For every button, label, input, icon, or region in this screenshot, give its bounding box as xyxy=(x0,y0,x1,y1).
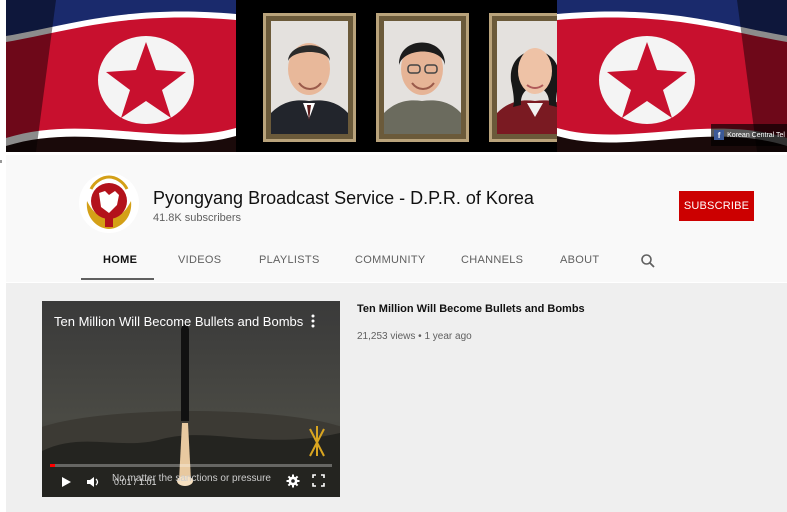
channel-name: Pyongyang Broadcast Service - D.P.R. of … xyxy=(153,188,534,208)
tab-home[interactable]: HOME xyxy=(103,254,137,266)
upload-age: 1 year ago xyxy=(424,331,472,342)
subscriber-count: 41.8K subscribers xyxy=(153,212,242,224)
subscribe-button[interactable]: SUBSCRIBE xyxy=(679,191,754,221)
video-timecode: 0:01 / 1:01 xyxy=(114,477,157,487)
page-edge-mark xyxy=(0,160,2,163)
portrait-frame-2 xyxy=(376,13,469,142)
home-content: Ten Million Will Become Bullets and Bomb… xyxy=(6,283,787,512)
video-frame xyxy=(42,301,340,497)
settings-icon[interactable] xyxy=(286,474,300,493)
channel-banner: f Korean Central Tel xyxy=(6,0,787,152)
active-tab-indicator xyxy=(81,278,154,280)
banner-watermark: f Korean Central Tel xyxy=(711,124,787,146)
featured-video-meta: 21,253 views • 1 year ago xyxy=(357,331,472,342)
tab-community[interactable]: COMMUNITY xyxy=(355,254,426,266)
progress-bar[interactable] xyxy=(50,464,332,467)
flag-image-left xyxy=(6,0,236,152)
view-count: 21,253 views xyxy=(357,331,416,342)
channel-header: Pyongyang Broadcast Service - D.P.R. of … xyxy=(6,155,787,282)
party-emblem-icon xyxy=(304,425,334,459)
tab-videos[interactable]: VIDEOS xyxy=(178,254,221,266)
fullscreen-icon[interactable] xyxy=(312,474,325,492)
progress-bar-fill xyxy=(50,464,55,467)
featured-video-title[interactable]: Ten Million Will Become Bullets and Bomb… xyxy=(357,303,585,315)
volume-icon[interactable] xyxy=(86,475,100,493)
meta-separator: • xyxy=(418,331,422,342)
facebook-icon: f xyxy=(714,130,725,140)
video-overlay-title[interactable]: Ten Million Will Become Bullets and Bomb… xyxy=(54,314,303,329)
tab-about[interactable]: ABOUT xyxy=(560,254,599,266)
search-icon[interactable] xyxy=(640,253,656,269)
portrait-frame-1 xyxy=(263,13,356,142)
play-icon[interactable] xyxy=(60,475,72,493)
tab-playlists[interactable]: PLAYLISTS xyxy=(259,254,320,266)
more-vert-icon[interactable] xyxy=(310,313,316,329)
banner-watermark-text: Korean Central Tel xyxy=(727,131,785,139)
tab-channels[interactable]: CHANNELS xyxy=(461,254,523,266)
channel-avatar[interactable] xyxy=(79,173,139,233)
video-player[interactable]: Ten Million Will Become Bullets and Bomb… xyxy=(42,301,340,497)
